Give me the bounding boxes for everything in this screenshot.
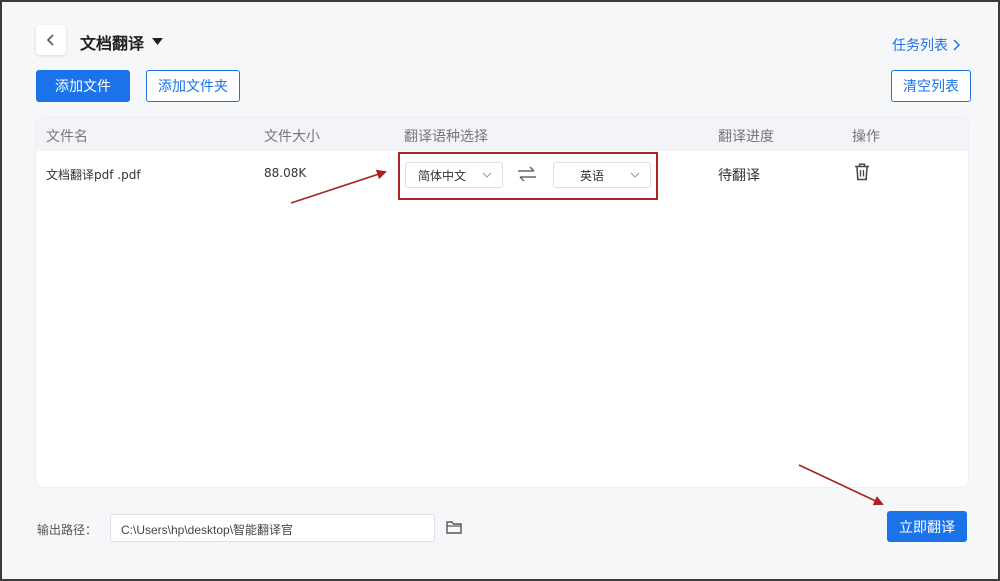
col-file-size: 文件大小 (264, 129, 320, 145)
clear-list-button[interactable]: 清空列表 (891, 70, 971, 102)
translate-now-button[interactable]: 立即翻译 (887, 511, 967, 542)
add-folder-button[interactable]: 添加文件夹 (146, 70, 240, 102)
output-path-field[interactable]: C:\Users\hp\desktop\智能翻译官 (110, 514, 435, 542)
trash-icon[interactable] (854, 163, 870, 181)
annotation-highlight-box (398, 152, 658, 200)
file-name: 文档翻译pdf .pdf (46, 168, 141, 182)
table-header: 文件名 文件大小 翻译语种选择 翻译进度 操作 (36, 117, 968, 151)
caret-down-icon (152, 38, 164, 45)
back-button[interactable] (36, 25, 66, 55)
task-list-label: 任务列表 (892, 38, 948, 54)
file-size: 88.08K (264, 166, 307, 180)
col-actions: 操作 (852, 129, 880, 145)
col-file-name: 文件名 (46, 129, 88, 145)
folder-icon[interactable] (446, 520, 462, 534)
add-file-button[interactable]: 添加文件 (36, 70, 130, 102)
col-progress: 翻译进度 (718, 129, 774, 145)
chevron-right-icon (953, 39, 960, 51)
page-title-dropdown[interactable]: 文档翻译 (80, 30, 164, 54)
app-window: 文档翻译 任务列表 添加文件 添加文件夹 清空列表 文件名 文件大小 翻译语种选… (0, 0, 1000, 581)
output-path-label: 输出路径： (37, 523, 98, 537)
task-list-link[interactable]: 任务列表 (892, 35, 960, 55)
back-icon (46, 34, 54, 46)
progress-status: 待翻译 (718, 168, 760, 184)
page-title: 文档翻译 (80, 34, 145, 53)
col-language: 翻译语种选择 (404, 129, 488, 145)
